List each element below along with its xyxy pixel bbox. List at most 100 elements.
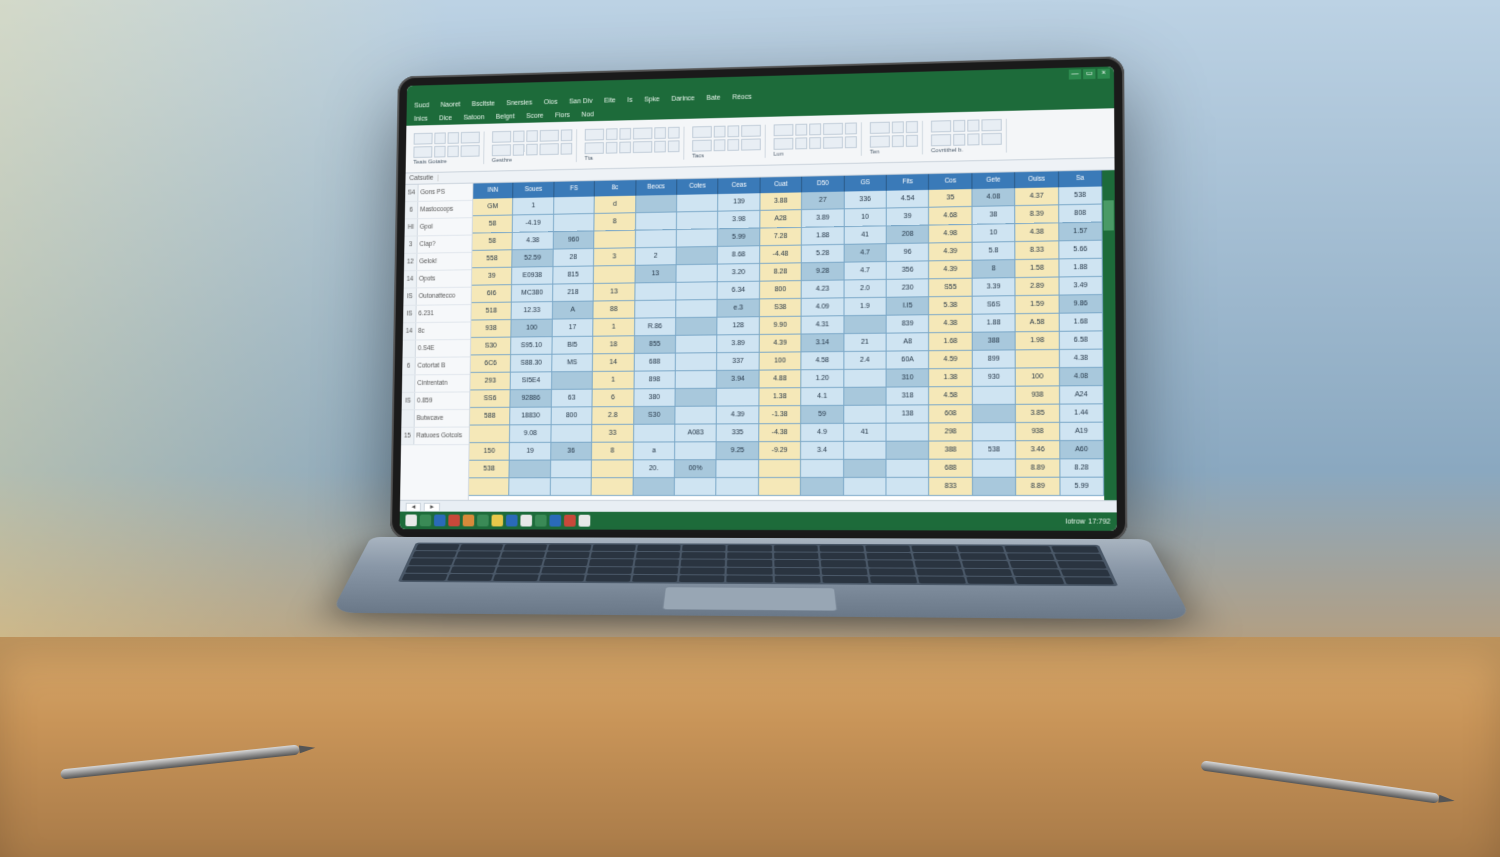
cell[interactable]: 388 [930, 441, 973, 459]
ribbon-button[interactable] [619, 127, 631, 139]
ribbon-button[interactable] [561, 129, 573, 141]
cell[interactable]: 58 [472, 233, 513, 251]
cell[interactable]: GM [473, 198, 514, 216]
cell[interactable]: 8.33 [1016, 241, 1060, 260]
ribbon-button[interactable] [492, 144, 511, 156]
menu-item[interactable]: Snersies [504, 99, 534, 106]
cell[interactable]: 4.31 [802, 316, 844, 334]
cell[interactable]: 128 [718, 317, 760, 335]
minimize-button[interactable]: — [1069, 69, 1081, 79]
cell[interactable]: 930 [973, 369, 1016, 387]
cell[interactable] [676, 265, 718, 283]
cell[interactable]: 8 [972, 260, 1015, 279]
cell[interactable]: 938 [1016, 423, 1060, 441]
cell[interactable] [676, 389, 718, 407]
ribbon-button[interactable] [633, 127, 652, 139]
cell[interactable] [973, 423, 1016, 441]
cell[interactable]: -4.19 [513, 215, 554, 233]
cell[interactable]: 27 [802, 192, 844, 211]
ribbon-button[interactable] [931, 120, 951, 132]
menu-item[interactable]: San Div [567, 98, 594, 105]
cell[interactable]: 92886 [511, 390, 552, 408]
cell[interactable]: 1.38 [759, 388, 801, 406]
cell[interactable]: 1 [593, 372, 634, 390]
sidebar-row[interactable]: HIGpol [405, 218, 472, 236]
cell[interactable]: 4.38 [930, 315, 973, 333]
cell[interactable]: 2.0 [844, 280, 887, 298]
cell[interactable]: R.86 [635, 318, 677, 336]
sidebar-row[interactable]: 148c [403, 322, 471, 340]
cell[interactable]: 208 [887, 226, 930, 245]
ribbon-button[interactable] [774, 124, 794, 136]
vertical-scrollbar[interactable] [1102, 170, 1117, 500]
column-header[interactable]: Fits [887, 174, 930, 191]
cell[interactable]: 4.68 [929, 207, 972, 226]
cell[interactable]: 52.59 [513, 250, 554, 268]
cell[interactable]: E0938 [512, 267, 553, 285]
cell[interactable]: 4.39 [929, 243, 972, 262]
ribbon-button[interactable] [845, 122, 857, 134]
task-icon[interactable] [520, 515, 532, 527]
cell[interactable]: 1.68 [1059, 313, 1103, 332]
cell[interactable]: 36 [551, 443, 592, 461]
ribbon-button[interactable] [413, 146, 432, 158]
ribbon-button[interactable] [585, 128, 604, 140]
column-header[interactable]: D50 [802, 176, 844, 193]
cell[interactable]: 2 [635, 248, 676, 266]
cell[interactable]: 58 [473, 215, 514, 233]
cell[interactable]: I.I5 [887, 297, 930, 315]
cell[interactable]: 1.59 [1016, 296, 1060, 315]
ribbon-button[interactable] [906, 120, 918, 132]
cell[interactable]: 4.7 [844, 244, 887, 262]
cell[interactable]: 1.58 [1016, 259, 1060, 278]
ribbon-button[interactable] [795, 123, 807, 135]
menu-item[interactable]: Réocs [730, 93, 753, 100]
cell[interactable]: 8 [595, 213, 636, 231]
cell[interactable]: 230 [887, 279, 930, 297]
sidebar-row[interactable]: IS0.859 [402, 392, 470, 410]
column-header[interactable]: Ouiss [1015, 171, 1058, 188]
cell[interactable]: 33 [592, 425, 634, 443]
menu-item[interactable]: Satoon [461, 114, 486, 121]
cell[interactable]: -4.38 [759, 424, 801, 442]
column-header[interactable]: Cotes [677, 178, 719, 194]
cell[interactable]: 5.99 [718, 229, 760, 247]
ribbon-button[interactable] [692, 139, 712, 151]
column-header[interactable]: Cuat [760, 177, 802, 194]
cell[interactable] [801, 478, 844, 496]
cell[interactable]: 4.38 [513, 232, 554, 250]
cell[interactable]: 588 [470, 408, 511, 426]
cell[interactable]: 608 [930, 405, 973, 423]
cell[interactable]: 9.25 [717, 442, 759, 460]
cell[interactable] [677, 194, 719, 212]
cell[interactable]: 4.58 [802, 352, 844, 370]
cell[interactable]: 4.09 [802, 298, 844, 316]
cell[interactable] [844, 442, 887, 460]
ribbon-button[interactable] [561, 142, 573, 154]
cell[interactable]: 1.88 [1059, 259, 1103, 278]
ribbon-button[interactable] [434, 132, 445, 144]
cell[interactable]: 8.68 [718, 246, 760, 264]
menu-item[interactable]: Sucd [412, 102, 431, 109]
cell[interactable]: 41 [844, 424, 887, 442]
cell[interactable]: 800 [551, 407, 592, 425]
cell[interactable]: 5.28 [802, 245, 844, 263]
cell[interactable]: 9.08 [510, 425, 551, 443]
cell[interactable] [1016, 350, 1060, 369]
cell[interactable]: 17 [552, 319, 593, 337]
cell[interactable]: 4.9 [801, 424, 844, 442]
cell[interactable] [717, 478, 759, 496]
cell[interactable] [759, 460, 801, 478]
cell[interactable]: A24 [1060, 386, 1104, 405]
cell[interactable]: 2.4 [844, 352, 887, 370]
cell[interactable]: 356 [887, 261, 930, 280]
ribbon-button[interactable] [414, 132, 433, 144]
cell[interactable] [676, 300, 718, 318]
ribbon-button[interactable] [892, 121, 904, 133]
cell[interactable]: MC380 [512, 285, 553, 303]
cell[interactable]: 4.38 [1016, 223, 1059, 242]
sidebar-row[interactable]: S4Gons PS [405, 184, 472, 203]
cell[interactable] [844, 406, 887, 424]
cell[interactable]: 380 [634, 389, 676, 407]
column-header[interactable]: Ceas [719, 178, 761, 194]
